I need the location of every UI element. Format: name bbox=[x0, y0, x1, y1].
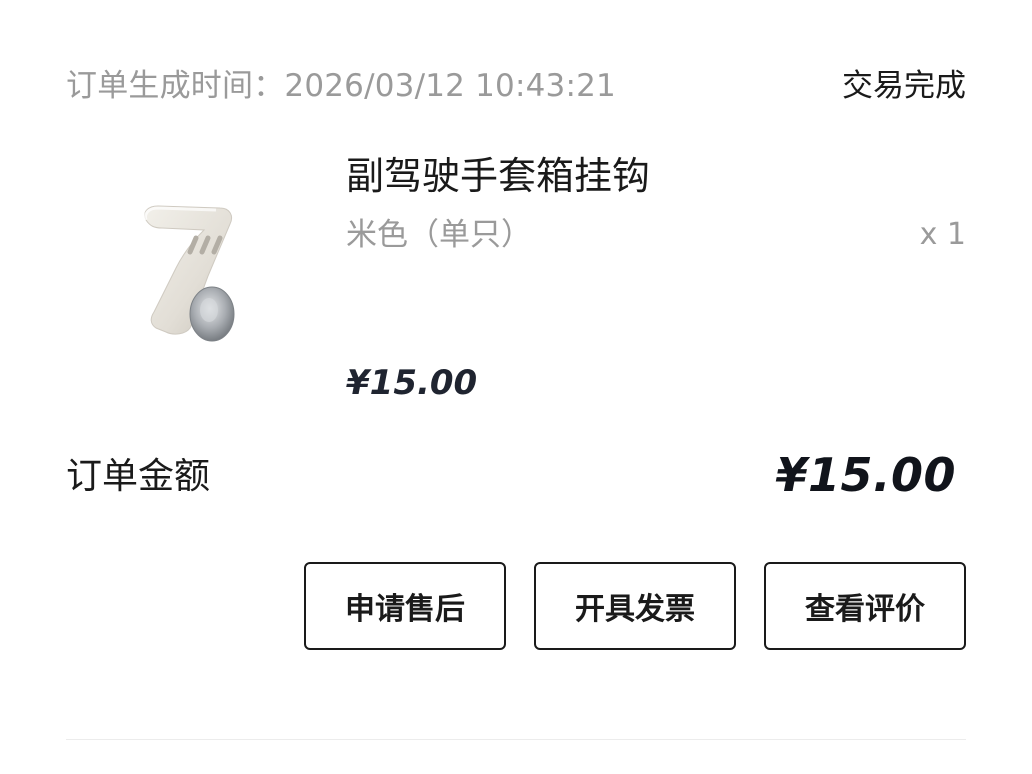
order-actions: 申请售后 开具发票 查看评价 bbox=[304, 562, 966, 650]
product-quantity: x 1 bbox=[919, 217, 966, 252]
order-created-time: 订单生成时间：2026/03/12 10:43:21 bbox=[66, 67, 616, 104]
order-amount-value: ¥15.00 bbox=[775, 448, 956, 502]
issue-invoice-button[interactable]: 开具发票 bbox=[534, 562, 736, 650]
view-review-button[interactable]: 查看评价 bbox=[764, 562, 966, 650]
order-status: 交易完成 bbox=[842, 67, 966, 104]
product-title[interactable]: 副驾驶手套箱挂钩 bbox=[346, 152, 650, 200]
product-spec: 米色（单只） bbox=[346, 217, 532, 253]
product-price: ¥15.00 bbox=[346, 363, 478, 403]
hook-product-icon bbox=[144, 205, 235, 342]
bottom-divider bbox=[66, 739, 966, 740]
order-header: 订单生成时间：2026/03/12 10:43:21 交易完成 bbox=[66, 58, 966, 106]
after-sales-button[interactable]: 申请售后 bbox=[304, 562, 506, 650]
order-amount-label: 订单金额 bbox=[66, 456, 211, 497]
product-image[interactable] bbox=[112, 168, 282, 368]
